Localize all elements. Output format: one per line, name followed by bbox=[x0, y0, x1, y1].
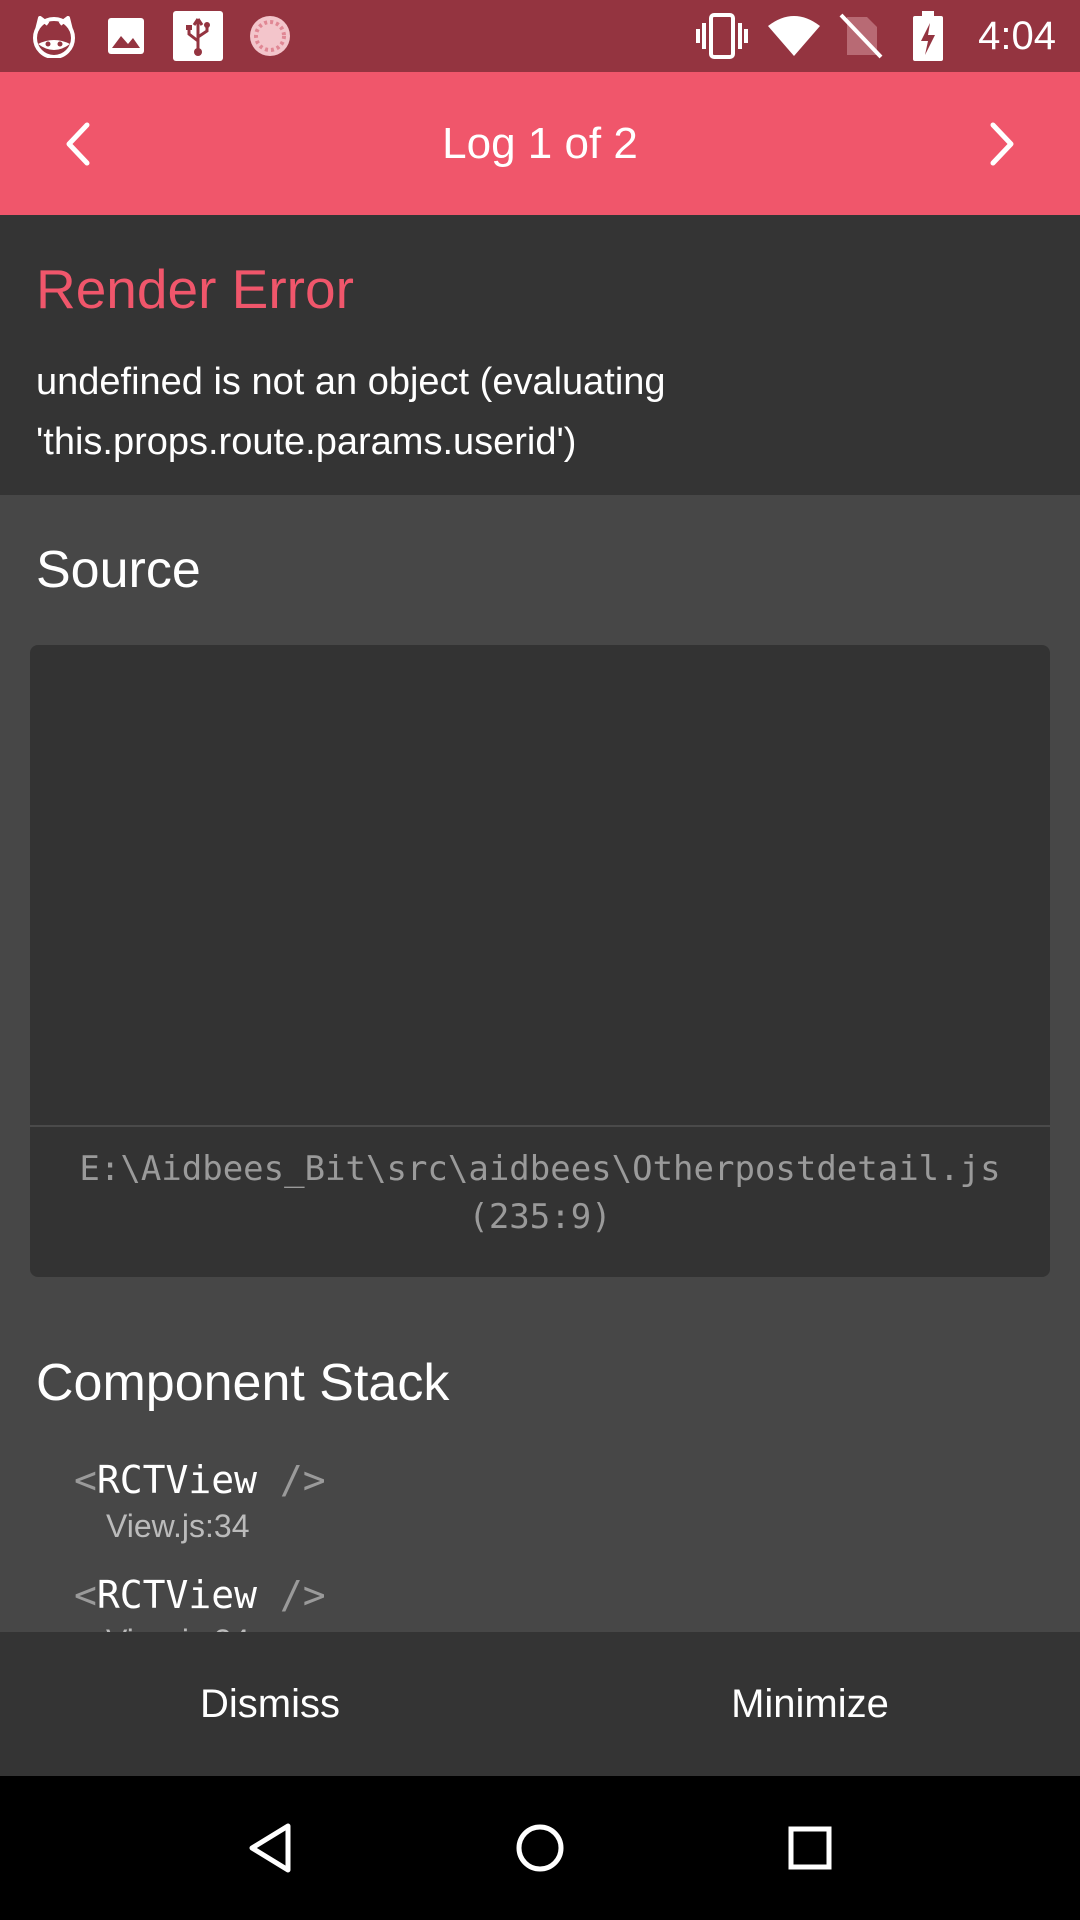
code-line: | ^ bbox=[30, 827, 1050, 887]
vibrate-icon bbox=[694, 12, 750, 60]
back-triangle-icon bbox=[249, 1823, 291, 1873]
code-line: 233 | bbox=[30, 647, 1050, 707]
source-line-column: (235:9) bbox=[468, 1197, 612, 1237]
next-log-button[interactable] bbox=[948, 72, 1058, 215]
code-line: 237 | this.setState({otheruser_id: bbox=[30, 947, 1050, 1007]
home-nav-button[interactable] bbox=[480, 1776, 600, 1920]
error-summary: Render Error undefined is not an object … bbox=[0, 215, 1080, 495]
no-sim-icon bbox=[838, 12, 884, 60]
stack-component: <RCTView /> bbox=[74, 1573, 326, 1617]
recents-nav-button[interactable] bbox=[750, 1776, 870, 1920]
image-icon bbox=[104, 12, 148, 60]
system-nav-bar bbox=[0, 1776, 1080, 1920]
home-circle-icon bbox=[516, 1824, 564, 1872]
stack-frame[interactable]: <RCTView /> View.js:34 bbox=[74, 1456, 326, 1548]
dismiss-button[interactable]: Dismiss bbox=[0, 1632, 540, 1776]
action-bar: Dismiss Minimize bbox=[0, 1632, 1080, 1776]
usb-icon bbox=[172, 11, 224, 61]
code-line-highlighted: > 235 | let user_id = '' bbox=[30, 767, 1050, 827]
wifi-icon bbox=[766, 12, 822, 60]
chevron-right-icon bbox=[990, 122, 1014, 165]
battery-charging-icon bbox=[912, 11, 944, 61]
minimize-button[interactable]: Minimize bbox=[540, 1632, 1080, 1776]
cat-app-icon bbox=[26, 12, 82, 60]
error-title: Render Error bbox=[36, 258, 354, 320]
code-line: 238 | console.log("Post Detail: " bbox=[30, 1007, 1050, 1067]
code-line: 236 | user_id = this.props.route.p bbox=[30, 887, 1050, 947]
stack-component-name: RCTView bbox=[96, 1573, 258, 1617]
recents-square-icon bbox=[788, 1826, 832, 1870]
code-divider bbox=[30, 1125, 1050, 1127]
stack-component: <RCTView /> bbox=[74, 1458, 326, 1502]
source-file-location: E:\Aidbees_Bit\src\aidbees\Otherpostdeta… bbox=[30, 1145, 1050, 1241]
stack-component-name: RCTView bbox=[96, 1458, 258, 1502]
code-line: 234 | const { navigation } = this. bbox=[30, 707, 1050, 767]
code-lines: 233 | 234 | const { navigation } = this.… bbox=[30, 645, 1050, 1125]
source-section-title: Source bbox=[36, 541, 201, 599]
clock: 4:04 bbox=[978, 14, 1056, 58]
status-bar: 4:04 bbox=[0, 0, 1080, 72]
log-counter-title: Log 1 of 2 bbox=[442, 119, 638, 168]
stack-file: View.js:34 bbox=[106, 1508, 250, 1544]
source-code-frame[interactable]: 233 | 234 | const { navigation } = this.… bbox=[30, 645, 1050, 1277]
log-header: Log 1 of 2 bbox=[0, 72, 1080, 215]
component-stack-title: Component Stack bbox=[36, 1354, 450, 1412]
back-nav-button[interactable] bbox=[210, 1776, 330, 1920]
loading-icon bbox=[246, 12, 294, 60]
source-file-path: E:\Aidbees_Bit\src\aidbees\Otherpostdeta… bbox=[79, 1149, 1001, 1189]
error-message: undefined is not an object (evaluating '… bbox=[36, 361, 666, 463]
